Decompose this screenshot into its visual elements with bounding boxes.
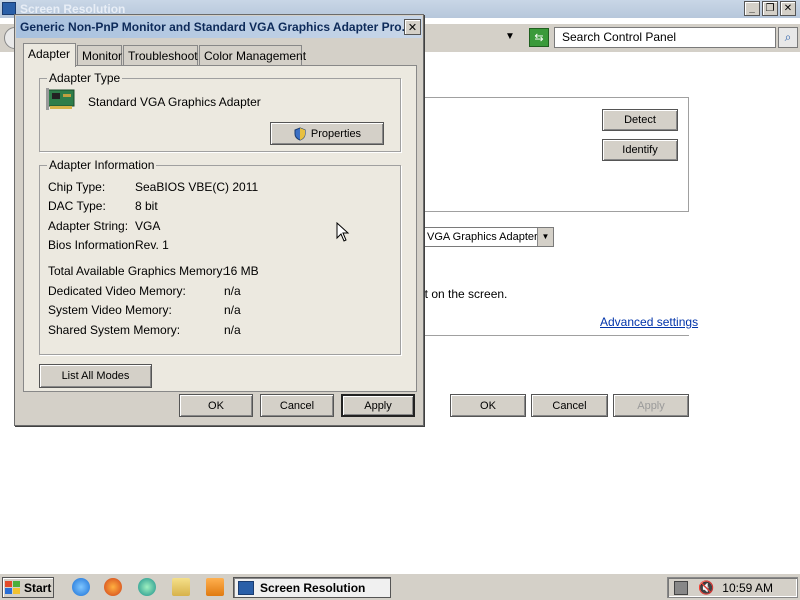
windows-logo-icon [5,580,20,594]
search-input[interactable]: Search Control Panel [554,27,776,48]
system-tray: 🔇 10:59 AM [667,577,798,598]
identify-button[interactable]: Identify [602,139,678,161]
advanced-settings-link[interactable]: Advanced settings [600,315,698,329]
tab-troubleshoot[interactable]: Troubleshoot [123,45,198,66]
adapter-type-group: Adapter Type Standard VGA Graphics Adapt… [39,71,401,152]
tab-monitor[interactable]: Monitor [77,45,122,66]
dialog-titlebar[interactable]: Generic Non-PnP Monitor and Standard VGA… [16,16,422,38]
start-label: Start [24,580,52,595]
search-icon[interactable]: ⌕ [778,27,798,48]
tab-adapter[interactable]: Adapter [23,43,76,67]
network-icon[interactable] [674,581,688,595]
shared-memory-label: Shared System Memory: [48,323,181,337]
properties-button[interactable]: Properties [270,122,384,145]
total-memory-label: Total Available Graphics Memory: [48,264,226,278]
taskbar: Start Screen Resolution 🔇 10:59 AM [0,573,800,600]
background-apply-button[interactable]: Apply [613,394,689,417]
adapter-info-group: Adapter Information Chip Type: SeaBIOS V… [39,158,401,355]
taskbar-task-label: Screen Resolution [260,580,366,595]
adapter-name: Standard VGA Graphics Adapter [88,95,261,109]
clock[interactable]: 10:59 AM [722,581,773,595]
mouse-cursor-icon [336,222,350,242]
dialog-apply-button[interactable]: Apply [341,394,415,417]
adapter-properties-dialog: Generic Non-PnP Monitor and Standard VGA… [14,14,424,426]
media-player-icon[interactable] [138,578,156,596]
adapter-string-value: VGA [135,219,161,233]
dialog-cancel-button[interactable]: Cancel [260,394,334,417]
dedicated-memory-value: n/a [224,284,241,298]
chevron-down-icon[interactable]: ▼ [537,228,553,246]
tab-color-management[interactable]: Color Management [199,45,306,66]
graphics-card-icon [46,88,75,110]
close-button[interactable]: ✕ [780,1,796,16]
dedicated-memory-label: Dedicated Video Memory: [48,284,186,298]
dac-type-label: DAC Type: [48,199,106,213]
fit-screen-text: t fit on the screen. [412,287,508,301]
restore-button[interactable]: ❐ [762,1,778,16]
refresh-button[interactable]: ⇆ [529,28,549,47]
adapter-info-label: Adapter Information [47,158,157,172]
system-memory-value: n/a [224,303,241,317]
system-memory-label: System Video Memory: [48,303,172,317]
media-icon[interactable] [206,578,224,596]
background-cancel-button[interactable]: Cancel [531,394,608,417]
display-select[interactable]: VGA Graphics Adapter ▼ [422,227,554,247]
chip-type-value: SeaBIOS VBE(C) 2011 [135,180,259,194]
adapter-string-label: Adapter String: [48,219,129,233]
list-all-modes-button[interactable]: List All Modes [39,364,152,388]
volume-muted-icon[interactable]: 🔇 [698,580,714,596]
dialog-close-icon[interactable]: ✕ [404,19,421,35]
minimize-button[interactable]: _ [744,1,760,16]
dac-type-value: 8 bit [135,199,158,213]
bios-info-value: Rev. 1 [135,238,169,252]
folder-icon[interactable] [172,578,190,596]
taskbar-task-screen-resolution[interactable]: Screen Resolution [233,577,391,598]
shared-memory-value: n/a [224,323,241,337]
firefox-icon[interactable] [104,578,122,596]
adapter-type-label: Adapter Type [47,71,123,85]
properties-label: Properties [310,127,362,140]
shield-icon [294,126,306,141]
bios-info-label: Bios Information: [48,238,139,252]
start-button[interactable]: Start [2,577,54,598]
chip-type-label: Chip Type: [48,180,106,194]
control-panel-icon [238,580,254,595]
display-select-value: VGA Graphics Adapter [427,231,538,243]
internet-explorer-icon[interactable] [72,578,90,596]
dialog-ok-button[interactable]: OK [179,394,253,417]
total-memory-value: 16 MB [224,264,259,278]
adapter-tab-panel: Adapter Type Standard VGA Graphics Adapt… [23,65,417,392]
background-ok-button[interactable]: OK [450,394,526,417]
divider [415,335,689,336]
detect-button[interactable]: Detect [602,109,678,131]
address-dropdown-icon[interactable]: ▼ [505,31,515,42]
dialog-title: Generic Non-PnP Monitor and Standard VGA… [20,20,412,34]
